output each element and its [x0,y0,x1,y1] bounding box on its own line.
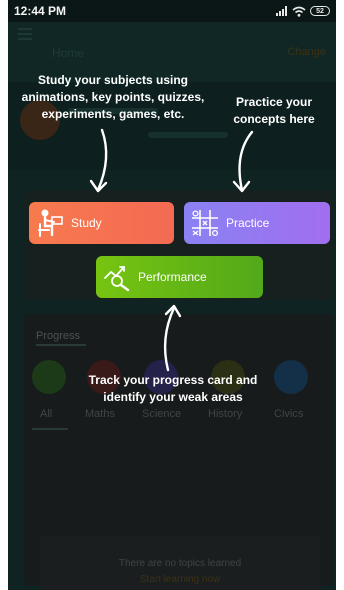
study-hint: Study your subjects using animations, ke… [21,73,205,121]
progress-title: Progress [36,330,81,342]
empty-state: There are no topics learned Start learni… [40,536,320,590]
system-icons: 52 [276,6,330,17]
subject-label-history[interactable]: History [208,408,242,420]
study-label: Study [71,216,102,230]
phone-screen: 12:44 PM 52 Home Change Progress All Mat… [8,0,336,590]
battery-icon: 52 [310,6,330,16]
status-time: 12:44 PM [14,4,67,18]
practice-button[interactable]: Practice [184,202,330,244]
progress-underline [36,344,86,346]
practice-hint: Practice your concepts here [233,95,315,126]
practice-hint-arrow [232,130,254,193]
empty-state-link[interactable]: Start learning now [40,574,320,585]
subject-label-science[interactable]: Science [142,408,181,420]
subject-label-maths[interactable]: Maths [85,408,115,420]
subject-label-civics[interactable]: Civics [274,408,303,420]
progress-hint: Track your progress card and identify yo… [88,373,258,404]
progress-hint-arrow [163,304,182,372]
wifi-icon [292,6,306,17]
study-button[interactable]: Study [29,202,174,244]
practice-icon [188,206,222,240]
profile-detail-placeholder [148,132,228,138]
selected-subject-underline [32,428,68,430]
change-link[interactable]: Change [287,46,326,58]
status-bar: 12:44 PM 52 [8,0,336,22]
menu-icon[interactable] [18,28,32,43]
empty-state-text: There are no topics learned [118,558,242,569]
study-hint-arrow [89,128,108,193]
subject-all-icon[interactable] [32,360,66,394]
subject-civics-icon[interactable] [274,360,308,394]
performance-button[interactable]: Performance [96,256,263,298]
practice-label: Practice [226,216,270,230]
study-icon [33,206,67,240]
performance-label: Performance [138,270,207,284]
app-title: Home [52,46,85,60]
performance-icon [100,260,134,294]
battery-level: 52 [316,7,324,15]
subject-label-all[interactable]: All [40,408,52,420]
signal-icon [276,6,287,16]
